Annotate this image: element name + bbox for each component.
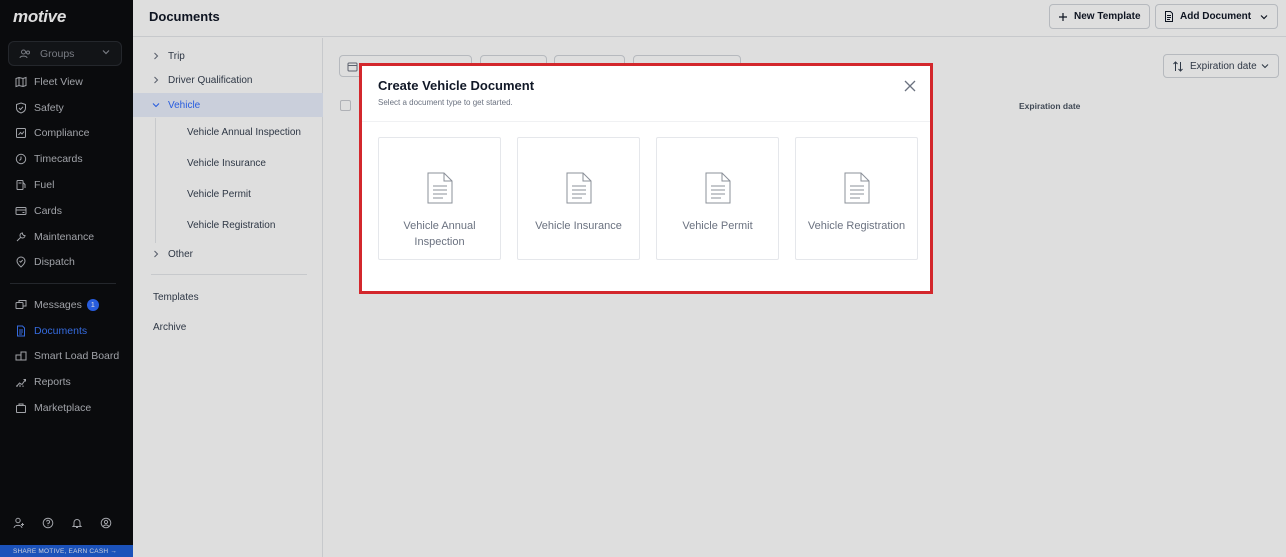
document-type-card-vehicle-insurance[interactable]: Vehicle Insurance: [517, 137, 640, 260]
card-label: Vehicle Registration: [807, 220, 906, 232]
modal-header-divider: [362, 121, 930, 122]
document-type-options: Vehicle Annual Inspection Vehicle Insura…: [378, 137, 918, 260]
document-icon: [844, 172, 870, 204]
create-vehicle-document-modal: Create Vehicle Document Select a documen…: [359, 63, 933, 294]
document-type-card-vehicle-registration[interactable]: Vehicle Registration: [795, 137, 918, 260]
card-label: Vehicle Annual Inspection: [403, 220, 476, 248]
card-label: Vehicle Insurance: [535, 220, 622, 232]
modal-title: Create Vehicle Document: [378, 78, 535, 93]
document-icon: [566, 172, 592, 204]
document-icon: [705, 172, 731, 204]
close-icon[interactable]: [903, 79, 917, 93]
document-type-card-vehicle-permit[interactable]: Vehicle Permit: [656, 137, 779, 260]
document-icon: [427, 172, 453, 204]
modal-subtitle: Select a document type to get started.: [378, 98, 513, 107]
card-label: Vehicle Permit: [682, 220, 753, 232]
document-type-card-vehicle-annual-inspection[interactable]: Vehicle Annual Inspection: [378, 137, 501, 260]
